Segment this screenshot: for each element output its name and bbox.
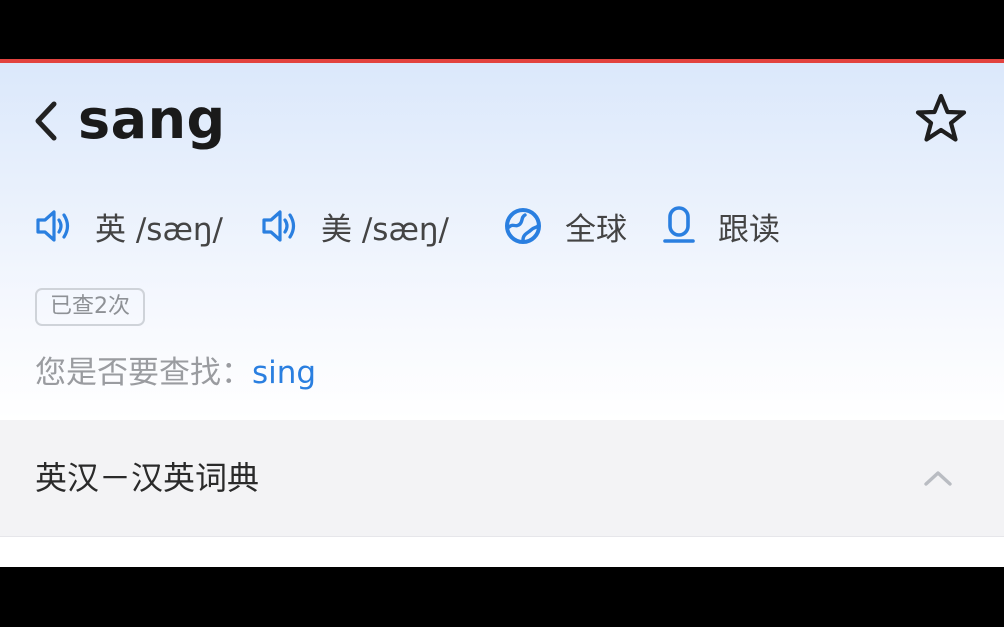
content-area bbox=[0, 537, 1004, 567]
global-label: 全球 bbox=[565, 211, 627, 248]
section-title: 英汉－汉英词典 bbox=[35, 459, 260, 497]
did-you-mean: 您是否要查找：sing bbox=[35, 351, 316, 395]
globe-icon bbox=[505, 208, 541, 244]
dictionary-screen: sang 英 /sæŋ/ 美 /sæŋ/ 全球 跟读 已查2次 您是否要查找：s… bbox=[0, 63, 1004, 567]
headword: sang bbox=[78, 88, 226, 151]
pronunciation-row: 英 /sæŋ/ 美 /sæŋ/ 全球 跟读 bbox=[0, 201, 1004, 251]
follow-read-button[interactable]: 跟读 bbox=[662, 201, 780, 251]
did-you-mean-prompt: 您是否要查找： bbox=[35, 355, 252, 391]
follow-read-label: 跟读 bbox=[718, 211, 780, 248]
pronunciation-uk-label: 英 /sæŋ/ bbox=[95, 211, 223, 248]
microphone-icon bbox=[663, 206, 695, 243]
video-frame: sang 英 /sæŋ/ 美 /sæŋ/ 全球 跟读 已查2次 您是否要查找：s… bbox=[0, 0, 1004, 627]
dictionary-section-header[interactable]: 英汉－汉英词典 bbox=[0, 420, 1004, 537]
pronunciation-us-label: 美 /sæŋ/ bbox=[321, 211, 449, 248]
pronunciation-uk[interactable]: 英 /sæŋ/ bbox=[35, 201, 223, 251]
suggested-word-link[interactable]: sing bbox=[252, 355, 316, 391]
lookup-count-badge: 已查2次 bbox=[35, 288, 145, 326]
favorite-star-icon[interactable] bbox=[912, 91, 970, 149]
pronunciation-us[interactable]: 美 /sæŋ/ bbox=[261, 201, 449, 251]
global-pronunciation-button[interactable]: 全球 bbox=[503, 201, 627, 251]
speaker-icon bbox=[262, 210, 296, 242]
chevron-up-icon[interactable] bbox=[922, 468, 954, 488]
back-icon[interactable] bbox=[30, 96, 62, 146]
speaker-icon bbox=[36, 210, 70, 242]
